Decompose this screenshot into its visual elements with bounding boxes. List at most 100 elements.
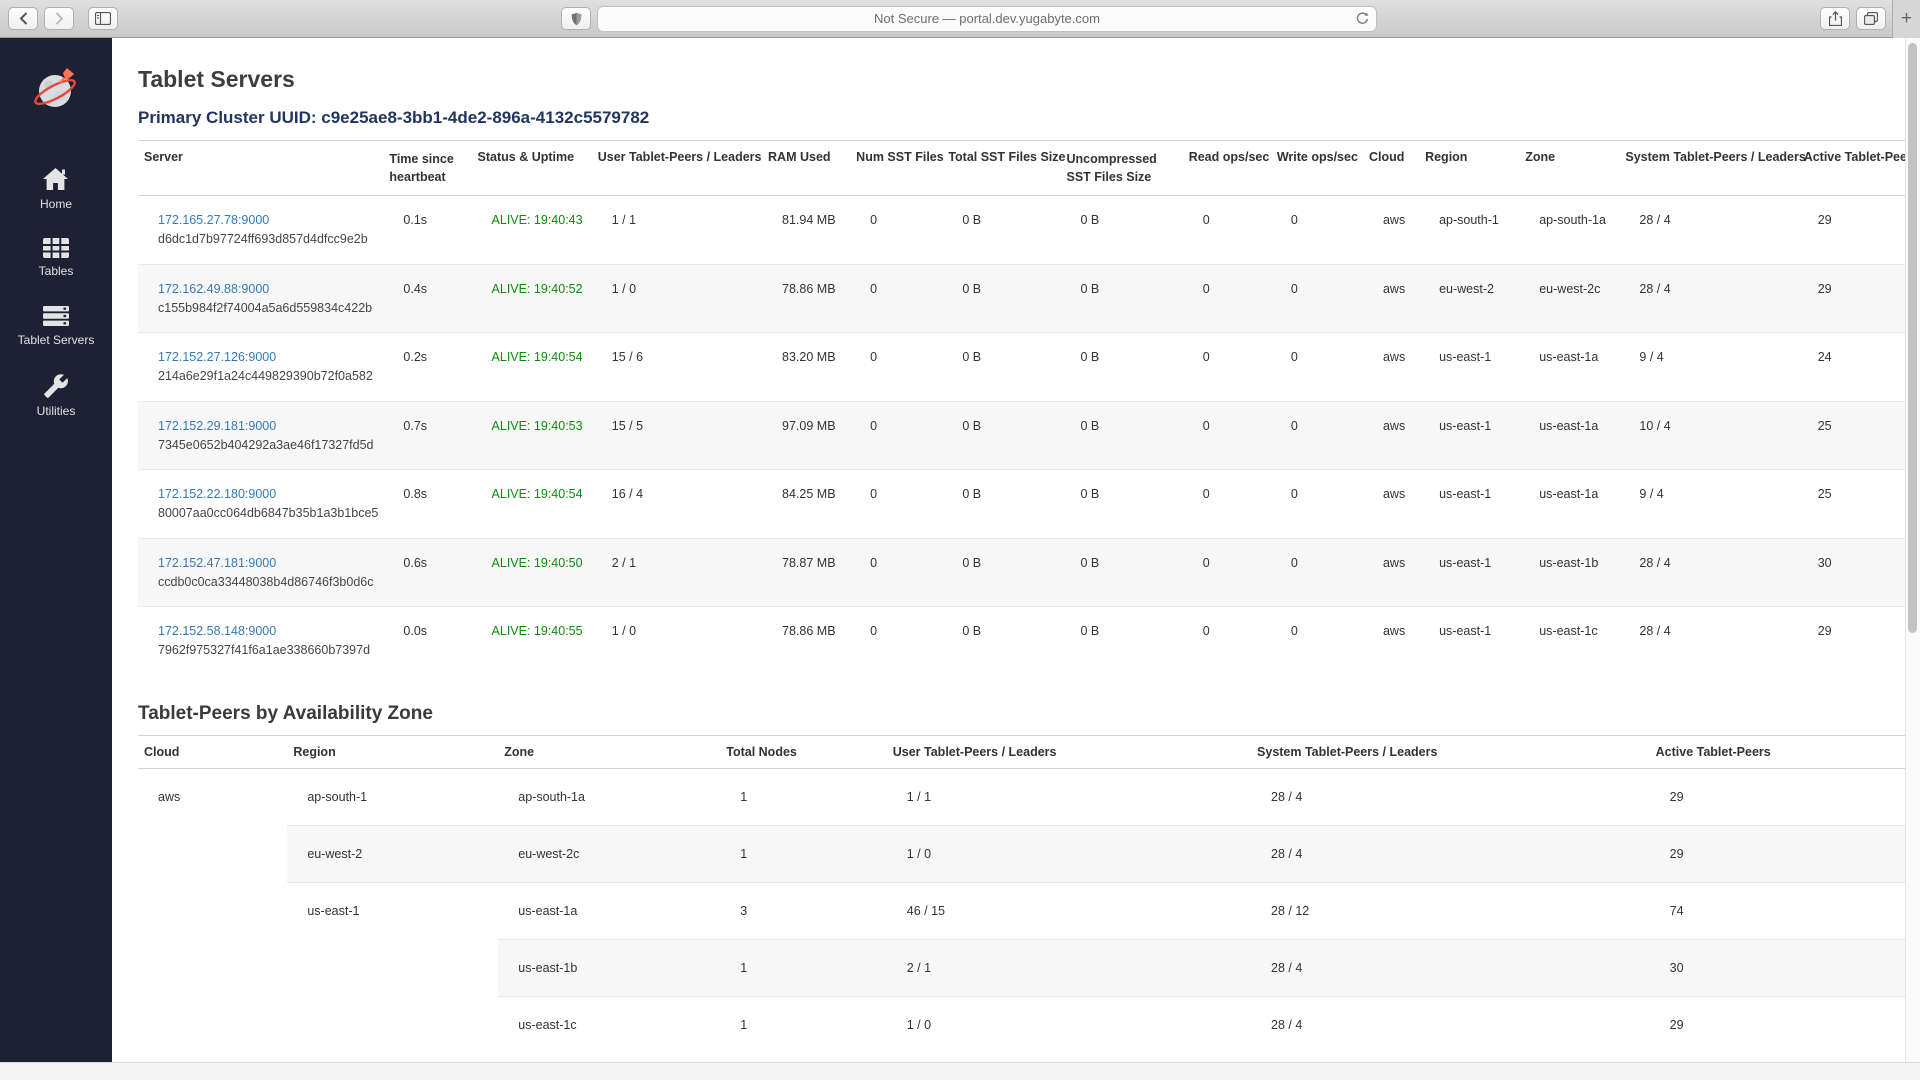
server-link[interactable]: 172.152.29.181:9000 [158, 419, 276, 433]
plus-icon: + [1901, 8, 1912, 30]
cell-active-peers: 29 [1650, 825, 1908, 882]
cell-status: ALIVE: 19:40:55 [472, 607, 592, 675]
forward-button[interactable] [44, 7, 74, 30]
cell-user-peers: 46 / 15 [887, 882, 1251, 939]
cell-system-peers: 28 / 12 [1251, 882, 1650, 939]
yugabyte-planet-icon [31, 64, 81, 114]
browser-toolbar: Not Secure — portal.dev.yugabyte.com + [0, 0, 1920, 38]
cell-zone: us-east-1a [1519, 333, 1619, 402]
table-row: 172.162.49.88:9000c155b984f2f74004a5a6d5… [138, 264, 1908, 333]
col-header-system-peers: System Tablet-Peers / Leaders [1251, 735, 1650, 768]
cell-total-sst: 0 B [942, 538, 1060, 607]
new-tab-button[interactable]: + [1892, 0, 1920, 38]
cell-region: ap-south-1 [287, 768, 498, 825]
reload-icon[interactable] [1355, 11, 1369, 27]
home-icon [42, 167, 69, 192]
server-link[interactable]: 172.152.58.148:9000 [158, 624, 276, 638]
cell-user-peers: 1 / 1 [887, 768, 1251, 825]
server-uuid: 7962f975327f41f6a1ae338660b7397d [158, 641, 377, 660]
cell-user-peers: 1 / 0 [887, 825, 1251, 882]
tables-grid-icon [42, 237, 70, 259]
cell-total-nodes: 1 [720, 768, 887, 825]
tab-overview-button[interactable] [1856, 7, 1886, 30]
server-link[interactable]: 172.152.22.180:9000 [158, 487, 276, 501]
cell-heartbeat: 0.2s [383, 333, 471, 402]
cell-zone: us-east-1a [498, 882, 720, 939]
cell-write-ops: 0 [1271, 470, 1363, 539]
sidebar-item-utilities[interactable]: Utilities [37, 373, 76, 418]
server-link[interactable]: 172.152.27.126:9000 [158, 350, 276, 364]
cell-status: ALIVE: 19:40:43 [472, 196, 592, 265]
tabs-icon [1864, 12, 1878, 25]
cell-total-nodes: 1 [720, 939, 887, 996]
server-link[interactable]: 172.162.49.88:9000 [158, 282, 269, 296]
table-row: eu-west-2 eu-west-2c 1 1 / 0 28 / 4 29 [138, 825, 1908, 882]
cell-uncompressed-sst: 0 B [1061, 196, 1183, 265]
share-button[interactable] [1820, 7, 1850, 30]
cell-uncompressed-sst: 0 B [1061, 401, 1183, 470]
server-link[interactable]: 172.165.27.78:9000 [158, 213, 269, 227]
server-link[interactable]: 172.152.47.181:9000 [158, 556, 276, 570]
cell-heartbeat: 0.6s [383, 538, 471, 607]
cell-active-peers: 30 [1798, 538, 1908, 607]
yugabyte-logo[interactable] [31, 64, 81, 119]
col-header-server: Server [138, 141, 383, 196]
cell-write-ops: 0 [1271, 607, 1363, 675]
col-header-read-ops: Read ops/sec [1183, 141, 1271, 196]
cell-zone: eu-west-2c [498, 825, 720, 882]
vertical-scrollbar[interactable] [1905, 38, 1920, 1062]
sidebar-item-tables[interactable]: Tables [39, 237, 74, 278]
cluster-uuid-heading: Primary Cluster UUID: c9e25ae8-3bb1-4de2… [138, 108, 1908, 128]
sidebar: Home Tables Tablet Servers [0, 38, 112, 1062]
cell-user-peers: 16 / 4 [592, 470, 762, 539]
cell-status: ALIVE: 19:40:50 [472, 538, 592, 607]
chevron-right-icon [55, 12, 64, 25]
cell-read-ops: 0 [1183, 196, 1271, 265]
cell-user-peers: 1 / 1 [592, 196, 762, 265]
cell-total-nodes: 1 [720, 825, 887, 882]
privacy-shield-button[interactable] [561, 7, 591, 30]
back-button[interactable] [8, 7, 38, 30]
table-row: 172.152.22.180:900080007aa0cc064db6847b3… [138, 470, 1908, 539]
server-stack-icon [41, 304, 71, 328]
cell-heartbeat: 0.1s [383, 196, 471, 265]
sidebar-toggle-button[interactable] [88, 7, 118, 30]
shield-icon [571, 12, 582, 26]
cell-system-peers: 28 / 4 [1619, 538, 1797, 607]
az-section-title: Tablet-Peers by Availability Zone [138, 703, 1908, 725]
cell-active-peers: 25 [1798, 401, 1908, 470]
col-header-user-peers: User Tablet-Peers / Leaders [592, 141, 762, 196]
cell-total-sst: 0 B [942, 333, 1060, 402]
cell-active-peers: 29 [1650, 996, 1908, 1053]
table-row: 172.152.47.181:9000ccdb0c0ca33448038b4d8… [138, 538, 1908, 607]
cell-num-sst: 0 [850, 264, 942, 333]
address-bar[interactable]: Not Secure — portal.dev.yugabyte.com [597, 6, 1377, 32]
cell-region: eu-west-2 [1419, 264, 1519, 333]
cell-system-peers: 9 / 4 [1619, 333, 1797, 402]
cell-read-ops: 0 [1183, 264, 1271, 333]
cell-region: us-east-1 [1419, 333, 1519, 402]
vertical-scrollbar-thumb[interactable] [1908, 43, 1917, 633]
cell-system-peers: 28 / 4 [1619, 607, 1797, 675]
sidebar-item-home[interactable]: Home [40, 167, 72, 211]
cell-heartbeat: 0.8s [383, 470, 471, 539]
cell-user-peers: 15 / 5 [592, 401, 762, 470]
cell-read-ops: 0 [1183, 401, 1271, 470]
sidebar-item-tablet-servers[interactable]: Tablet Servers [18, 304, 95, 347]
table-row: 172.152.58.148:9000 7962f975327f41f6a1ae3… [138, 607, 1908, 675]
table-row: 172.152.27.126:9000214a6e29f1a24c4498293… [138, 333, 1908, 402]
col-header-write-ops: Write ops/sec [1271, 141, 1363, 196]
cell-total-nodes: 3 [720, 882, 887, 939]
col-header-cloud: Cloud [1363, 141, 1419, 196]
cell-region: ap-south-1 [1419, 196, 1519, 265]
cell-ram: 83.20 MB [762, 333, 850, 402]
bottom-scrollbar-track[interactable] [0, 1062, 1920, 1080]
cell-cloud: aws [1363, 196, 1419, 265]
cell-write-ops: 0 [1271, 333, 1363, 402]
cell-zone: ap-south-1a [498, 768, 720, 825]
cell-zone: us-east-1a [1519, 401, 1619, 470]
table-row: 172.165.27.78:9000d6dc1d7b97724ff693d857… [138, 196, 1908, 265]
cell-num-sst: 0 [850, 470, 942, 539]
sidebar-item-label: Utilities [37, 404, 76, 418]
cell-system-peers: 28 / 4 [1619, 264, 1797, 333]
